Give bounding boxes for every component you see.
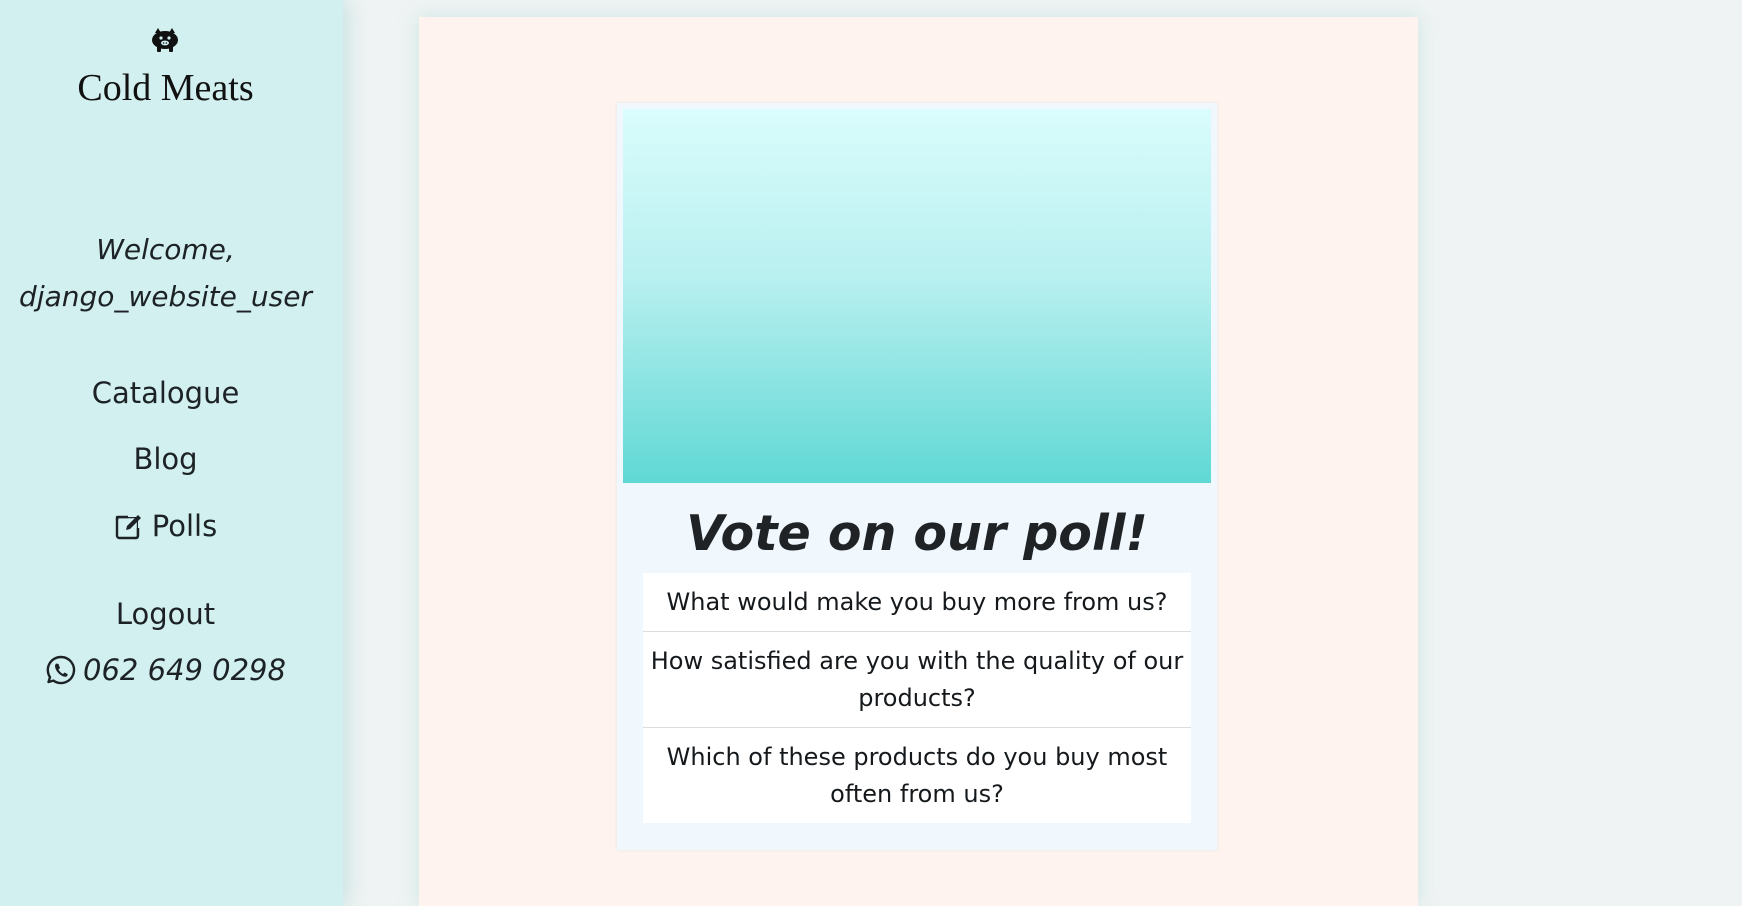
- poll-question-link[interactable]: Which of these products do you buy most …: [643, 728, 1191, 823]
- brand-name[interactable]: Cold Meats: [0, 66, 331, 110]
- welcome-greeting: Welcome,: [96, 233, 235, 266]
- main-content: Vote on our poll! What would make you bu…: [419, 17, 1418, 906]
- nav-blog-link[interactable]: Blog: [0, 442, 331, 476]
- whatsapp-icon: [45, 654, 77, 686]
- welcome-message: Welcome, django_website_user: [0, 226, 331, 320]
- poll-question-list: What would make you buy more from us? Ho…: [643, 573, 1191, 823]
- edit-icon: [113, 511, 144, 541]
- poll-card: Vote on our poll! What would make you bu…: [617, 103, 1217, 850]
- nav-logout-link[interactable]: Logout: [0, 597, 331, 631]
- nav-polls-label: Polls: [151, 509, 218, 543]
- pig-icon[interactable]: [149, 27, 181, 55]
- phone-number: 062 649 0298: [83, 653, 286, 687]
- phone-contact[interactable]: 062 649 0298: [0, 653, 331, 687]
- poll-question-link[interactable]: What would make you buy more from us?: [643, 573, 1191, 632]
- poll-heading: Vote on our poll!: [686, 505, 1148, 562]
- poll-question-link[interactable]: How satisfied are you with the quality o…: [643, 632, 1191, 728]
- sidebar: Cold Meats Welcome, django_website_user …: [0, 0, 343, 906]
- nav-catalogue-link[interactable]: Catalogue: [0, 376, 331, 410]
- poll-banner-image: [623, 109, 1211, 483]
- welcome-username: django_website_user: [19, 280, 312, 313]
- nav-polls-link[interactable]: Polls: [0, 509, 331, 543]
